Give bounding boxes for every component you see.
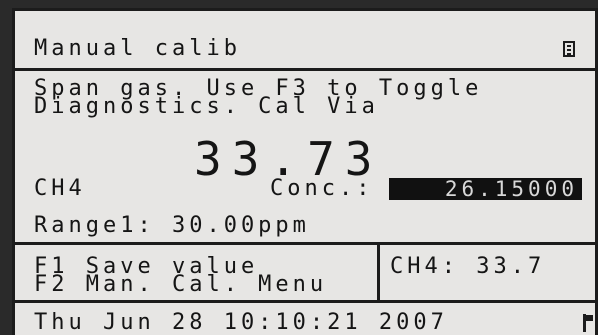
- lcd-screen: Manual calib Span gas. Use F3 to Toggle …: [12, 8, 598, 335]
- side-reading: CH4: 33.7: [390, 254, 546, 279]
- status-divider: [12, 300, 598, 303]
- menu-lines-icon[interactable]: [563, 41, 575, 57]
- flag-icon: [583, 314, 593, 332]
- top-border: [12, 8, 598, 11]
- conc-label: Conc.:: [270, 176, 374, 201]
- f2-manual-cal-menu[interactable]: F2 Man. Cal. Menu: [34, 274, 327, 296]
- left-border: [12, 8, 15, 335]
- range-text: Range1: 30.00ppm: [34, 213, 310, 238]
- header-divider: [12, 68, 598, 71]
- screen-title: Manual calib: [34, 36, 241, 61]
- conc-value-field[interactable]: 26.15000: [389, 178, 582, 200]
- range-divider: [12, 242, 598, 245]
- status-datetime: Thu Jun 28 10:10:21 2007: [34, 310, 448, 335]
- gas-label: CH4: [34, 176, 86, 201]
- message-line-2: Diagnostics. Cal Via: [34, 94, 379, 119]
- fkey-divider: [377, 242, 380, 300]
